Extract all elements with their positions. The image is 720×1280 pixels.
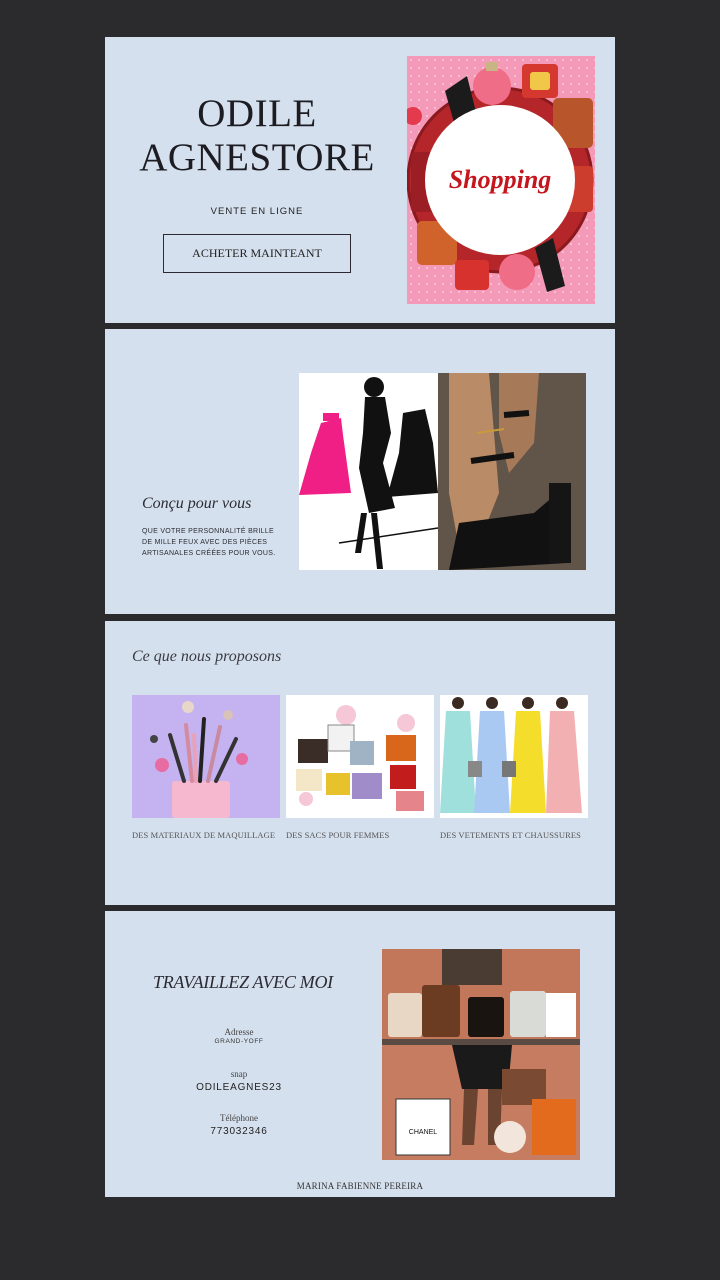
phone-value[interactable]: 773032346 <box>169 1126 309 1137</box>
snap-value[interactable]: ODILEAGNES23 <box>169 1082 309 1093</box>
brand-line-2: AGNESTORE <box>139 136 375 179</box>
product-card-bags[interactable]: DES SACS POUR FEMMES <box>286 695 434 840</box>
bags-shelf-image: CHANEL <box>382 949 580 1160</box>
fashion-collage-image <box>299 373 586 570</box>
about-panel: Conçu pour vous QUE VOTRE PERSONNALITÉ B… <box>105 329 615 614</box>
brand-title: ODILE AGNESTORE <box>135 92 379 180</box>
address-block: Adresse GRAND-YOFF <box>169 1027 309 1045</box>
clothes-image <box>440 695 588 818</box>
author-name: MARINA FABIENNE PEREIRA <box>296 1181 424 1191</box>
snap-label: snap <box>230 1069 248 1079</box>
contact-panel: TRAVAILLEZ AVEC MOI Adresse GRAND-YOFF s… <box>105 911 615 1197</box>
about-description: QUE VOTRE PERSONNALITÉ BRILLE DE MILLE F… <box>142 528 276 557</box>
product-card-makeup[interactable]: DES MATERIAUX DE MAQUILLAGE <box>132 695 280 840</box>
address-value: GRAND-YOFF <box>214 1038 264 1045</box>
product-card-clothes[interactable]: DES VETEMENTS ET CHAUSSURES <box>440 695 588 840</box>
shopping-text: Shopping <box>449 165 552 194</box>
about-title: Conçu pour vous <box>142 495 252 512</box>
bags-image <box>286 695 434 818</box>
makeup-caption: DES MATERIAUX DE MAQUILLAGE <box>132 830 276 840</box>
makeup-image <box>132 695 280 818</box>
hero-panel: ODILE AGNESTORE VENTE EN LIGNE ACHETER M… <box>105 37 615 323</box>
clothes-caption: DES VETEMENTS ET CHAUSSURES <box>440 830 581 840</box>
hero-subtitle: VENTE EN LIGNE <box>210 206 304 217</box>
offer-title: Ce que nous proposons <box>132 648 282 665</box>
snap-block: snap ODILEAGNES23 <box>169 1069 309 1093</box>
bags-caption: DES SACS POUR FEMMES <box>286 830 390 840</box>
contact-title: TRAVAILLEZ AVEC MOI <box>153 972 333 992</box>
buy-now-button[interactable]: ACHETER MAINTEANT <box>163 234 351 273</box>
phone-label: Téléphone <box>220 1113 258 1123</box>
offer-panel: Ce que nous proposons DES MATERIAUX DE M… <box>105 621 615 905</box>
address-label: Adresse <box>224 1027 254 1037</box>
brand-line-1: ODILE <box>197 92 317 135</box>
chanel-bag-label: CHANEL <box>409 1129 438 1136</box>
shopping-illustration: Shopping <box>407 56 595 304</box>
phone-block: Téléphone 773032346 <box>169 1113 309 1137</box>
